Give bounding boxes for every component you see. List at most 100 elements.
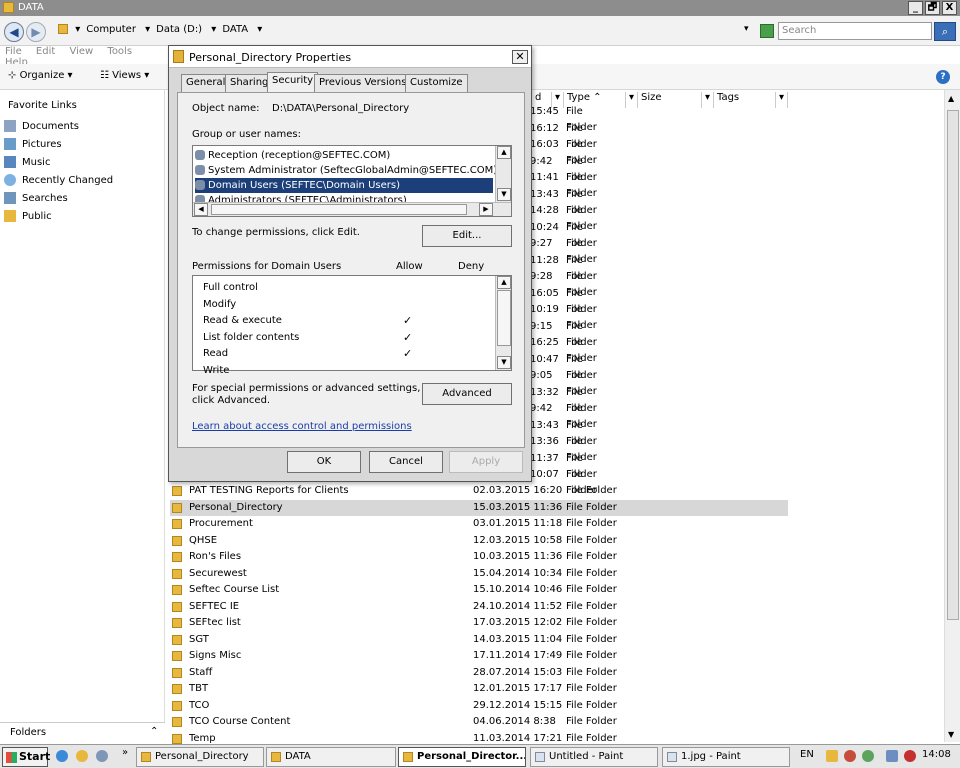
apply-button[interactable]: Apply <box>449 451 523 473</box>
folders-toggle[interactable]: Folders ⌃ <box>0 722 165 742</box>
scroll-thumb[interactable] <box>947 110 959 620</box>
back-button[interactable]: ◀ <box>4 22 24 42</box>
start-button[interactable]: Start <box>2 747 50 767</box>
scroll-down-arrow[interactable]: ▼ <box>497 356 511 369</box>
list-item[interactable]: 14:28 File Folder <box>530 203 597 232</box>
learn-more-link[interactable]: Learn about access control and permissio… <box>192 421 412 432</box>
refresh-icon[interactable] <box>760 24 774 38</box>
table-row[interactable]: Signs Misc 17.11.2014 17:49 File Folder <box>170 648 788 664</box>
list-item[interactable]: 11:41 File Folder <box>530 170 597 199</box>
close-button[interactable]: X <box>942 1 957 15</box>
task-1jpg-paint[interactable]: 1.jpg - Paint <box>662 747 790 767</box>
ok-button[interactable]: OK <box>287 451 361 473</box>
table-row[interactable]: Staff 28.07.2014 15:03 File Folder <box>170 665 788 681</box>
user-list-hscroll[interactable]: ◀ ▶ <box>193 202 511 216</box>
list-item[interactable]: 10:19 File Folder <box>530 302 597 331</box>
table-row[interactable]: Ron's Files 10.03.2015 11:36 File Folder <box>170 549 788 565</box>
list-item[interactable]: 10:07 File Folder <box>530 467 597 496</box>
nav-recently-changed[interactable]: Recently Changed <box>4 174 113 190</box>
help-icon[interactable]: ? <box>936 70 950 84</box>
tray-app-icon[interactable] <box>862 750 874 762</box>
list-item[interactable]: 15:45 File Folder <box>530 104 597 133</box>
menu-tools[interactable]: Tools <box>107 46 132 57</box>
dialog-title-bar[interactable]: Personal_Directory Properties ✕ <box>169 46 531 68</box>
list-item[interactable]: 13:32 File Folder <box>530 385 597 414</box>
list-item[interactable]: 13:43 File Folder <box>530 418 597 447</box>
minimize-button[interactable]: _ <box>908 1 923 15</box>
vertical-scrollbar[interactable]: ▲ ▼ <box>944 90 960 742</box>
cancel-button[interactable]: Cancel <box>369 451 443 473</box>
user-item[interactable]: System Administrator (SeftecGlobalAdmin@… <box>195 163 497 178</box>
table-row[interactable]: SEFTEC IE 24.10.2014 11:52 File Folder <box>170 599 788 615</box>
search-icon[interactable]: ⌕ <box>934 22 956 41</box>
clock[interactable]: 14:08 <box>922 749 951 760</box>
shield-icon[interactable] <box>826 750 838 762</box>
volume-icon[interactable] <box>904 750 916 762</box>
search-input[interactable]: Search <box>778 22 932 40</box>
permissions-scrollbar[interactable]: ▲ ▼ <box>495 276 511 370</box>
task-personal-directory-properties[interactable]: Personal_Director... <box>398 747 526 767</box>
task-data[interactable]: DATA <box>266 747 396 767</box>
list-item[interactable]: 9:42 File Folder <box>530 154 597 183</box>
nav-public[interactable]: Public <box>4 210 52 226</box>
dialog-close-button[interactable]: ✕ <box>512 50 528 64</box>
scroll-down-arrow[interactable]: ▼ <box>948 730 954 739</box>
nav-searches[interactable]: Searches <box>4 192 68 208</box>
tab-previous-versions[interactable]: Previous Versions <box>314 74 412 92</box>
user-item-selected[interactable]: Domain Users (SEFTEC\Domain Users) <box>195 178 493 193</box>
task-untitled-paint[interactable]: Untitled - Paint <box>530 747 658 767</box>
list-item[interactable]: 9:15 File Folder <box>530 319 597 348</box>
list-item[interactable]: 16:05 File Folder <box>530 286 597 315</box>
tab-security[interactable]: Security <box>267 72 319 93</box>
table-row[interactable]: Securewest 15.04.2014 10:34 File Folder <box>170 566 788 582</box>
user-item[interactable]: Reception (reception@SEFTEC.COM) <box>195 148 493 163</box>
hscroll-thumb[interactable] <box>211 204 467 215</box>
views-button[interactable]: ☷ Views ▾ <box>100 70 149 81</box>
table-row[interactable]: SGT 14.03.2015 11:04 File Folder <box>170 632 788 648</box>
quicklaunch-chevron[interactable]: » <box>122 747 128 758</box>
scroll-left-arrow[interactable]: ◀ <box>194 203 208 216</box>
language-indicator[interactable]: EN <box>800 749 814 760</box>
network-tray-icon[interactable] <box>886 750 898 762</box>
column-size[interactable]: Size <box>638 92 702 108</box>
list-item[interactable]: 9:42 File Folder <box>530 401 597 430</box>
table-row[interactable]: Seftec Course List 15.10.2014 10:46 File F… <box>170 582 788 598</box>
breadcrumb[interactable]: ▾ Computer ▾ Data (D:) ▾ DATA ▾ <box>58 24 268 35</box>
table-row[interactable]: PAT TESTING Reports for Clients 02.03.201… <box>170 483 788 499</box>
list-item[interactable]: 9:27 File Folder <box>530 236 597 265</box>
nav-pictures[interactable]: Pictures <box>4 138 62 154</box>
table-row[interactable]: Personal_Directory 15.03.2015 11:36 File F… <box>170 499 788 516</box>
crumb-computer[interactable]: Computer <box>86 24 136 35</box>
list-item[interactable]: 10:24 File Folder <box>530 220 597 249</box>
scroll-up-arrow[interactable]: ▲ <box>948 94 954 103</box>
list-item[interactable]: 10:47 File Folder <box>530 352 597 381</box>
list-item[interactable]: 13:43 File Folder <box>530 187 597 216</box>
menu-file[interactable]: File <box>5 46 22 57</box>
organize-button[interactable]: ⊹ Organize ▾ <box>8 70 73 81</box>
user-list[interactable]: Reception (reception@SEFTEC.COM) System … <box>192 145 512 217</box>
list-item[interactable]: 9:28 File Folder <box>530 269 597 298</box>
forward-button[interactable]: ▶ <box>26 22 46 42</box>
list-item[interactable]: 16:03 File Folder <box>530 137 597 166</box>
table-row[interactable]: QHSE 12.03.2015 10:58 File Folder <box>170 533 788 549</box>
address-dropdown-icon[interactable]: ▾ <box>744 24 749 34</box>
window-title-bar[interactable]: DATA _ 🗗 X <box>0 0 960 16</box>
column-tags[interactable]: Tags <box>714 92 776 108</box>
table-row[interactable]: TCO Course Content 04.06.2014 8:38 File Fo… <box>170 714 788 730</box>
list-item[interactable]: 11:28 File Folder <box>530 253 597 282</box>
restore-button[interactable]: 🗗 <box>925 1 940 15</box>
table-row[interactable]: TCO 29.12.2014 15:15 File Folder <box>170 698 788 714</box>
nav-documents[interactable]: Documents <box>4 120 79 136</box>
tray-app-icon[interactable] <box>844 750 856 762</box>
task-personal-directory[interactable]: Personal_Directory <box>136 747 264 767</box>
menu-edit[interactable]: Edit <box>36 46 55 57</box>
list-item[interactable]: 9:05 File Folder <box>530 368 597 397</box>
ie-icon[interactable] <box>56 750 68 762</box>
column-type-dropdown[interactable]: ▾ <box>626 92 638 108</box>
edit-button[interactable]: Edit... <box>422 225 512 247</box>
column-tags-dropdown[interactable]: ▾ <box>776 92 788 108</box>
tab-customize[interactable]: Customize <box>405 74 468 92</box>
chevron-down-icon[interactable]: ▾ <box>257 24 262 35</box>
scroll-thumb[interactable] <box>497 290 511 346</box>
list-item[interactable]: 13:36 File Folder <box>530 434 597 463</box>
